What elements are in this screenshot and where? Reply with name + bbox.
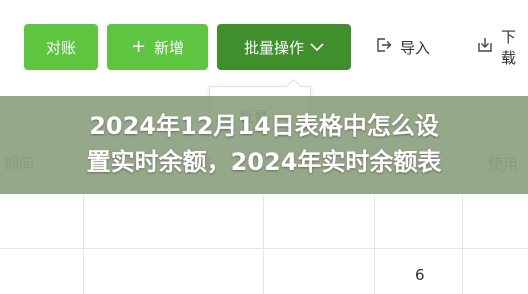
download-icon [477,37,501,57]
add-button[interactable]: + 新增 [107,24,208,70]
download-button[interactable]: 下载 [477,24,528,70]
download-label: 下载 [501,28,517,67]
add-button-label: 新增 [154,38,185,57]
toolbar: 对账 + 新增 批量操作 导入 下载 [0,0,528,98]
import-button[interactable]: 导入 [376,24,430,70]
import-label: 导入 [400,38,431,57]
banner-line-2: 置实时余额，2024年实时余额表 [86,148,442,176]
batch-operation-label: 批量操作 [243,38,304,57]
title-banner: 2024年12月14日表格中怎么设 置实时余额，2024年实时余额表 [0,96,528,194]
table-body: 6 [0,195,528,294]
column-divider [83,195,84,294]
banner-line-1: 2024年12月14日表格中怎么设 [89,112,439,140]
reconcile-button[interactable]: 对账 [24,24,98,70]
row-divider [0,248,528,249]
column-divider [374,195,375,294]
column-divider [462,195,463,294]
batch-operation-button[interactable]: 批量操作 [217,24,351,70]
import-icon [376,37,400,57]
reconcile-button-label: 对账 [45,38,76,57]
plus-icon: + [130,36,147,57]
banner-title: 2024年12月14日表格中怎么设 置实时余额，2024年实时余额表 [0,108,528,180]
chevron-down-icon [310,38,324,56]
column-divider [263,195,264,294]
table-cell[interactable]: 6 [415,266,425,284]
